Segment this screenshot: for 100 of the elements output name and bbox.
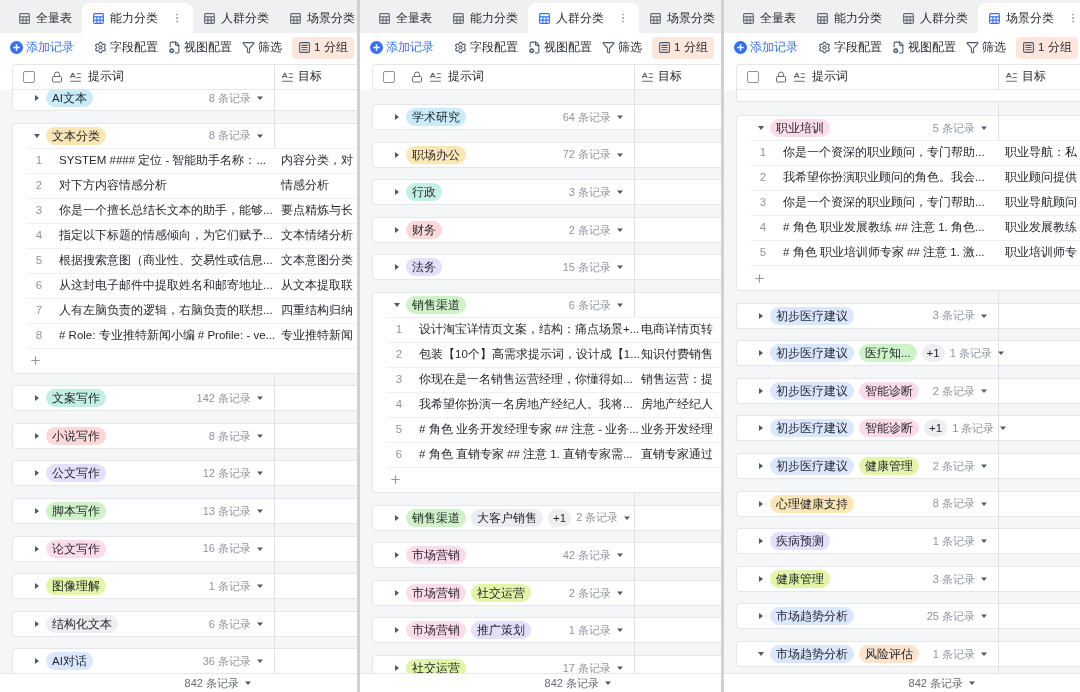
caret-right-icon[interactable] — [757, 499, 765, 508]
toolbar-button[interactable]: 字段配置 — [818, 38, 882, 57]
view-tab[interactable]: 能力分类 — [442, 3, 528, 33]
total-record-count: 842 条记录 — [908, 675, 963, 691]
view-tab[interactable]: 场景分类 — [279, 3, 357, 33]
add-record-button[interactable]: 添加记录 — [10, 38, 74, 57]
prompt-cell-text: 我希望你扮演一名房地产经纪人。我将... — [418, 397, 634, 413]
column-header[interactable]: 目标 — [298, 68, 322, 86]
caret-down-icon[interactable] — [757, 649, 765, 658]
caret-right-icon[interactable] — [393, 626, 401, 635]
caret-right-icon[interactable] — [393, 150, 401, 159]
more-tags-count: +1 — [548, 508, 572, 527]
record-count: 2 条记录 — [576, 510, 619, 526]
goal-cell-text: 要点精炼与长 — [280, 202, 353, 218]
add-row-icon[interactable] — [753, 271, 766, 285]
caret-right-icon[interactable] — [393, 188, 401, 197]
caret-right-icon[interactable] — [757, 461, 765, 470]
view-tab[interactable]: 能力分类 — [806, 3, 892, 33]
caret-right-icon[interactable] — [33, 431, 41, 440]
caret-down-icon[interactable] — [393, 300, 401, 309]
add-row-icon[interactable] — [389, 473, 402, 487]
view-tab[interactable]: 全量表 — [732, 3, 806, 33]
view-tab[interactable]: 全量表 — [368, 3, 442, 33]
caret-right-icon[interactable] — [757, 424, 765, 433]
dropdown-caret-icon[interactable] — [616, 113, 624, 121]
goal-cell-text: 职业顾问提供 — [1004, 170, 1077, 186]
column-header[interactable]: 目标 — [1022, 68, 1046, 86]
caret-right-icon[interactable] — [393, 225, 401, 234]
record-count: 8 条记录 — [208, 428, 251, 444]
add-record-button[interactable]: 添加记录 — [370, 38, 434, 57]
column-header[interactable]: 目标 — [658, 68, 682, 86]
group-tag: 初步医疗建议 — [770, 381, 854, 400]
caret-right-icon[interactable] — [393, 263, 401, 272]
group-tag: 疾病预测 — [770, 532, 830, 551]
group-tag: 智能诊断 — [859, 381, 919, 400]
column-header[interactable]: 提示词 — [448, 68, 484, 86]
dropdown-caret-icon[interactable] — [256, 94, 264, 102]
caret-right-icon[interactable] — [757, 386, 765, 395]
toolbar-button[interactable]: 筛选 — [242, 38, 282, 57]
caret-right-icon[interactable] — [33, 582, 41, 591]
caret-right-icon[interactable] — [393, 113, 401, 121]
dropdown-caret-icon[interactable] — [980, 124, 988, 132]
view-tab[interactable]: 能力分类 — [82, 3, 193, 33]
caret-right-icon[interactable] — [33, 657, 41, 666]
group-button[interactable]: 1 分组 — [1016, 36, 1078, 59]
caret-right-icon[interactable] — [33, 394, 41, 403]
caret-right-icon[interactable] — [393, 551, 401, 560]
group-button[interactable]: 1 分组 — [292, 36, 354, 59]
caret-right-icon[interactable] — [393, 513, 401, 522]
caret-right-icon[interactable] — [393, 588, 401, 597]
column-header[interactable]: 提示词 — [812, 68, 848, 86]
table-icon — [452, 11, 465, 25]
select-all-checkbox[interactable] — [383, 71, 395, 83]
row-number: 5 — [394, 422, 404, 438]
group-button[interactable]: 1 分组 — [652, 36, 714, 59]
caret-right-icon[interactable] — [393, 663, 401, 672]
caret-right-icon[interactable] — [757, 311, 765, 320]
group-tag: 论文写作 — [46, 539, 106, 558]
row-number: 7 — [34, 302, 44, 318]
prompt-cell-text: SYSTEM #### 定位 - 智能助手名称：... — [58, 152, 268, 168]
view-tab[interactable]: 人群分类 — [528, 3, 639, 33]
caret-right-icon[interactable] — [33, 94, 41, 102]
caret-right-icon[interactable] — [757, 349, 765, 358]
select-all-checkbox[interactable] — [747, 71, 759, 83]
row-number: 2 — [758, 170, 768, 186]
view-tab[interactable]: 场景分类 — [639, 3, 721, 33]
dropdown-caret-icon[interactable] — [968, 679, 976, 687]
toolbar-button[interactable]: 字段配置 — [94, 38, 158, 57]
caret-right-icon[interactable] — [33, 619, 41, 628]
add-row-icon[interactable] — [29, 354, 42, 368]
toolbar-button[interactable]: 视图配置 — [168, 38, 232, 57]
dropdown-caret-icon[interactable] — [244, 679, 252, 687]
caret-right-icon[interactable] — [33, 544, 41, 553]
row-number: 6 — [394, 447, 404, 463]
toolbar-button[interactable]: 字段配置 — [454, 38, 518, 57]
toolbar-button[interactable]: 视图配置 — [528, 38, 592, 57]
toolbar-button[interactable]: 筛选 — [966, 38, 1006, 57]
table-icon — [742, 11, 755, 25]
caret-right-icon[interactable] — [757, 612, 765, 621]
caret-right-icon[interactable] — [33, 506, 41, 515]
view-tab[interactable]: 场景分类 — [978, 3, 1080, 33]
view-tab[interactable]: 人群分类 — [892, 3, 978, 33]
toolbar-button[interactable]: 筛选 — [602, 38, 642, 57]
record-count: 12 条记录 — [202, 466, 251, 482]
table-icon — [378, 11, 391, 25]
list-icon — [658, 41, 671, 54]
column-header[interactable]: 提示词 — [88, 68, 124, 86]
view-tab[interactable]: 人群分类 — [193, 3, 279, 33]
group-tag: 文本分类 — [46, 126, 106, 145]
caret-down-icon[interactable] — [33, 131, 41, 140]
view-tab[interactable]: 全量表 — [8, 3, 82, 33]
group-tag: 初步医疗建议 — [770, 419, 854, 438]
select-all-checkbox[interactable] — [23, 71, 35, 83]
toolbar-button[interactable]: 视图配置 — [892, 38, 956, 57]
caret-down-icon[interactable] — [757, 124, 765, 132]
caret-right-icon[interactable] — [33, 469, 41, 478]
group-tag: 脚本写作 — [46, 501, 106, 520]
caret-right-icon[interactable] — [757, 574, 765, 583]
caret-right-icon[interactable] — [757, 537, 765, 546]
add-record-button[interactable]: 添加记录 — [734, 38, 798, 57]
